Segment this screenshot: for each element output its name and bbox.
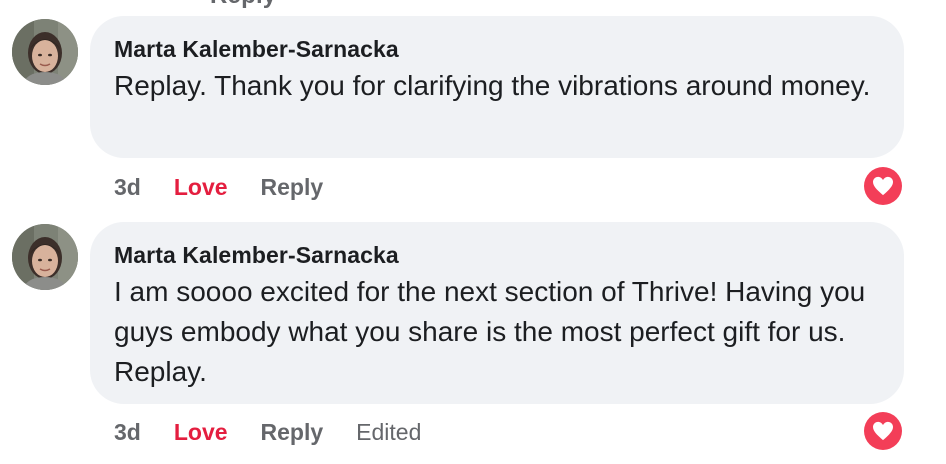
love-button[interactable]: Love — [174, 419, 228, 446]
comment-time[interactable]: 3d — [114, 419, 141, 446]
comment-bubble: Marta Kalember-Sarnacka Replay. Thank yo… — [90, 16, 904, 158]
heart-icon — [873, 421, 893, 441]
comment-author[interactable]: Marta Kalember-Sarnacka — [114, 34, 880, 64]
reply-button[interactable]: Reply — [261, 174, 324, 201]
love-reaction-icon[interactable] — [864, 412, 902, 450]
comment-time[interactable]: 3d — [114, 174, 141, 201]
comment-text: I am soooo excited for the next section … — [114, 276, 866, 387]
comment-text: Replay. Thank you for clarifying the vib… — [114, 70, 871, 101]
comment-author[interactable]: Marta Kalember-Sarnacka — [114, 240, 880, 270]
comment-actions: 3d Love Reply Edited — [114, 417, 454, 447]
previous-reply-link-cutoff[interactable]: Reply — [210, 0, 276, 10]
love-button[interactable]: Love — [174, 174, 228, 201]
edited-label[interactable]: Edited — [356, 419, 421, 446]
avatar[interactable] — [12, 224, 78, 290]
comment-actions: 3d Love Reply — [114, 172, 356, 202]
comment-bubble: Marta Kalember-Sarnacka I am soooo excit… — [90, 222, 904, 404]
reply-button[interactable]: Reply — [261, 419, 324, 446]
avatar[interactable] — [12, 19, 78, 85]
love-reaction-icon[interactable] — [864, 167, 902, 205]
heart-icon — [873, 176, 893, 196]
